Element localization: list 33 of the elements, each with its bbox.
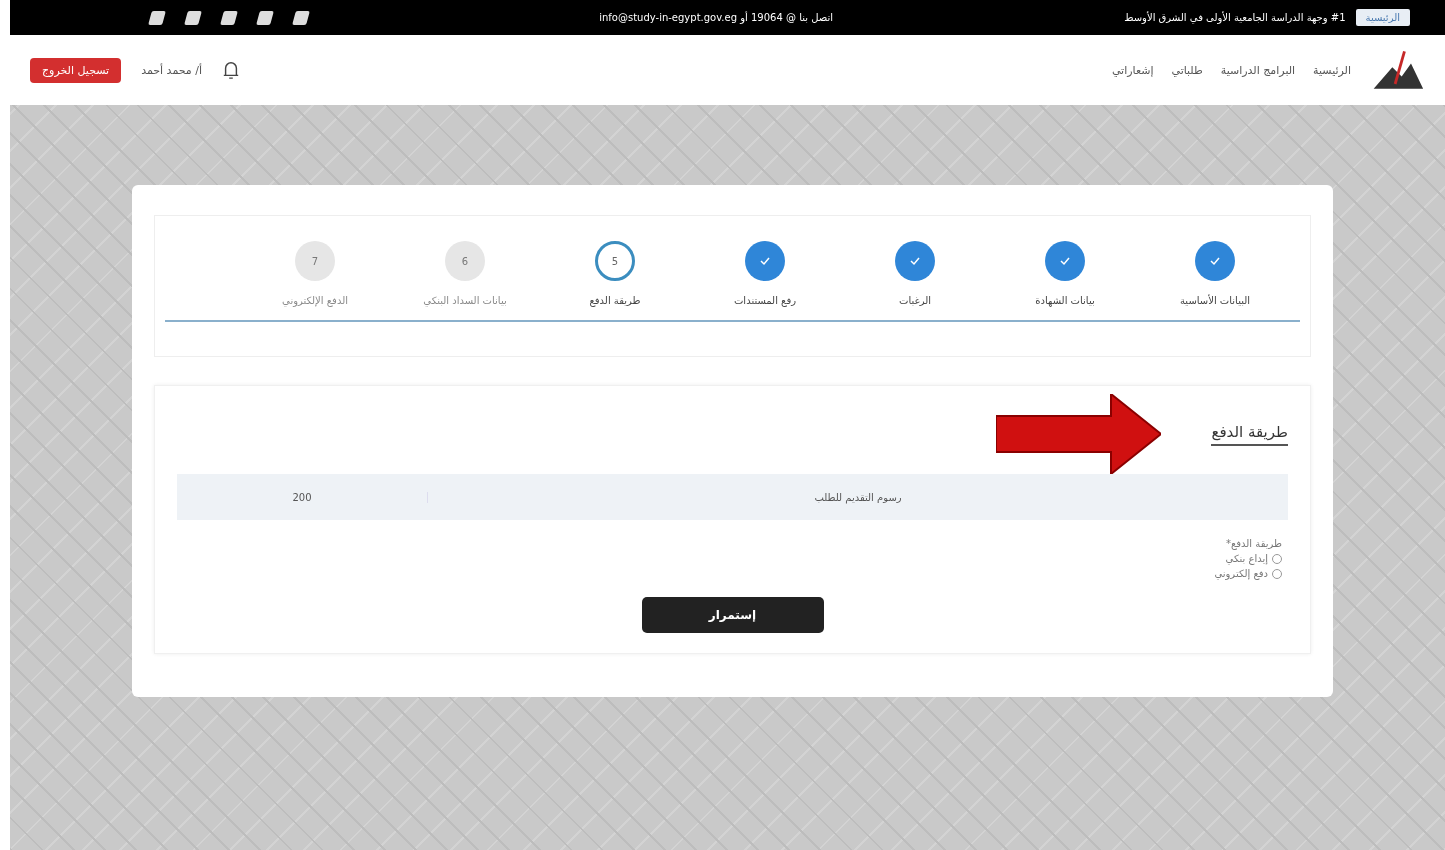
step-label: بيانات الشهادة	[1035, 295, 1095, 306]
step-label: رفع المستندات	[733, 295, 797, 306]
table-cell: 200	[177, 491, 428, 503]
nav-link[interactable]: البرامج الدراسية	[1220, 63, 1296, 77]
nav-link[interactable]: إشعاراتي	[1111, 63, 1154, 77]
tagline: #1 وجهة الدراسة الجامعية الأولى في الشرق الأوسط	[1124, 12, 1346, 23]
step-number: 6	[445, 241, 485, 281]
step-number: 7	[295, 241, 335, 281]
nav-link[interactable]: الرئيسية	[1313, 63, 1351, 77]
table-cell-text: رسوم التقديم للطلب	[813, 491, 903, 503]
step-label: الرغبات	[898, 295, 932, 306]
nav-link[interactable]: طلباتي	[1171, 63, 1203, 77]
bell-icon[interactable]	[222, 59, 240, 81]
social-icon[interactable]	[148, 10, 166, 25]
social-icon[interactable]	[292, 10, 310, 25]
user-name[interactable]: أ/ محمد أحمد	[141, 63, 202, 77]
field-label: طريقة الدفع*	[1225, 538, 1282, 549]
social-icon[interactable]	[256, 10, 274, 25]
social-icon[interactable]	[184, 10, 202, 25]
step-label: البيانات الأساسية	[1180, 295, 1250, 306]
arrow-icon	[996, 394, 1162, 474]
continue-button[interactable]: إستمرار	[641, 597, 824, 633]
radio-option[interactable]: إيداع بنكي	[1225, 553, 1282, 564]
radio-option[interactable]: دفع إلكتروني	[1214, 568, 1282, 579]
logout-button[interactable]: تسجيل الخروج	[30, 57, 122, 83]
social-icon[interactable]	[220, 10, 238, 25]
section-title: طريقة الدفع	[1211, 422, 1288, 446]
step-label: طريقة الدفع	[589, 295, 641, 306]
contact-info: اتصل بنا @ 19064 أو info@study-in-egypt.gov.eg	[599, 12, 833, 23]
home-badge[interactable]: الرئيسية	[1355, 9, 1410, 26]
step-label: الدفع الإلكتروني	[282, 295, 348, 306]
step-label: بيانات السداد البنكي	[423, 295, 507, 306]
step-number: 5	[595, 241, 635, 281]
